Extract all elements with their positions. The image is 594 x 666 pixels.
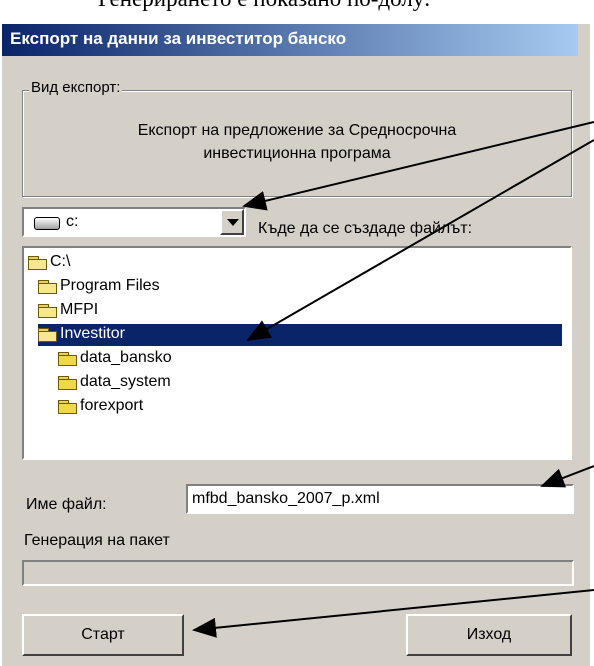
arrow-to-start-button bbox=[192, 589, 594, 638]
arrow-to-drive-select bbox=[242, 121, 594, 211]
annotation-arrows bbox=[192, 121, 594, 638]
arrow-to-filename-input bbox=[540, 465, 594, 488]
arrow-to-selected-folder bbox=[246, 139, 594, 342]
